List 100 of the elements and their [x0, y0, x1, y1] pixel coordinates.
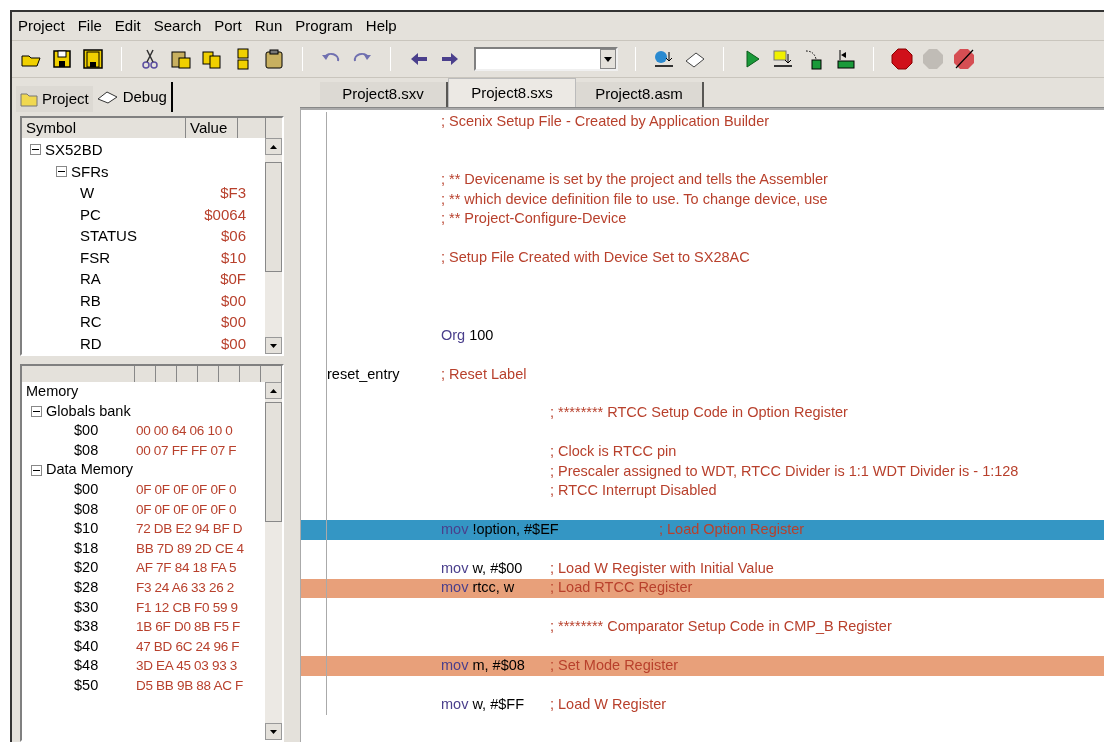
dropdown-caret-icon[interactable] — [600, 49, 616, 69]
code-instruction: mov w, #$00 — [441, 558, 524, 578]
memory-address[interactable]: $50 — [26, 675, 136, 696]
code-comment: ; Load W Register with Initial Value — [550, 558, 774, 578]
memory-bytes: AF 7F 84 18 FA 5 — [136, 559, 237, 578]
code-instruction: mov m, #$08 — [441, 656, 526, 676]
clipboard-icon[interactable] — [263, 48, 285, 70]
symbol-name[interactable]: FSR — [80, 246, 170, 268]
panel-tab[interactable]: Project — [16, 86, 93, 112]
memory-address[interactable]: $40 — [26, 636, 136, 657]
tree-toggle[interactable] — [31, 464, 42, 476]
crossed-stop-sign-icon[interactable] — [953, 48, 975, 70]
memory-bytes: F1 12 CB F0 59 9 — [136, 598, 238, 617]
tree-toggle[interactable] — [56, 165, 67, 177]
step-over-icon[interactable] — [834, 48, 856, 70]
code-comment: ; ******** RTCC Setup Code in Option Register — [550, 403, 848, 423]
code-comment: ; Load Option Register — [659, 520, 805, 540]
combo-box[interactable] — [474, 47, 618, 71]
menu-item[interactable]: Port — [214, 14, 242, 38]
code-comment: ; ******** Comparator Setup Code in CMP_B Register — [550, 617, 892, 637]
code-label: reset_entry — [327, 364, 401, 384]
menu-item[interactable]: Project — [18, 14, 65, 38]
scissors-icon[interactable] — [139, 48, 161, 70]
code-comment: ; Set Mode Register — [550, 656, 679, 676]
symbol-value: $0064 — [203, 204, 246, 225]
code-comment: ; Setup File Created with Device Set to SX28AC — [441, 247, 750, 267]
copy-icon[interactable] — [201, 48, 223, 70]
memory-address[interactable]: $08 — [26, 440, 136, 461]
memory-address[interactable]: $30 — [26, 597, 136, 618]
symbol-value: $0F — [219, 269, 246, 289]
folder-binary-icon[interactable] — [772, 48, 794, 70]
memory-bytes: 0F 0F 0F 0F 0F 0 — [136, 500, 237, 519]
menu-item[interactable]: Help — [365, 14, 397, 38]
symbol-value: $F3 — [219, 183, 246, 203]
memory-address[interactable]: $00 — [26, 479, 136, 500]
editor-tab[interactable]: Project8.asm — [576, 82, 704, 107]
symbol-name[interactable]: RD — [80, 332, 170, 354]
memory-bytes: BB 7D 89 2D CE 4 — [136, 539, 244, 558]
code-comment: ; ** Devicename is set by the project and tells the Assembler — [441, 170, 828, 190]
tree-node[interactable]: Globals bank — [46, 401, 131, 422]
stop-sign-icon[interactable] — [891, 48, 913, 70]
menu-item[interactable]: Program — [295, 14, 353, 38]
scroll-down-arrow-icon[interactable] — [270, 343, 277, 348]
memory-bytes: D5 BB 9B 88 AC F — [136, 676, 243, 695]
memory-bytes: 00 00 64 06 10 0 — [136, 422, 233, 441]
editor-tab[interactable]: Project8.sxs — [448, 78, 576, 107]
memory-address[interactable]: $10 — [26, 519, 136, 539]
symbol-name[interactable]: STATUS — [80, 225, 170, 247]
menu-item[interactable]: File — [77, 14, 102, 38]
column-header[interactable]: Value — [186, 118, 238, 138]
tree-toggle[interactable] — [31, 405, 42, 417]
memory-address[interactable]: $20 — [26, 558, 136, 578]
menu-item[interactable]: Edit — [114, 14, 141, 38]
code-comment: ; Load W Register — [550, 694, 667, 714]
memory-bytes: F3 24 A6 33 26 2 — [136, 578, 235, 597]
memory-bytes: 1B 6F D0 8B F5 F — [136, 618, 240, 637]
scroll-up-arrow-icon[interactable] — [270, 388, 277, 393]
code-editor[interactable] — [300, 108, 1104, 742]
memory-address[interactable]: $00 — [26, 421, 136, 441]
symbol-name[interactable]: PC — [80, 203, 170, 225]
memory-address[interactable]: $18 — [26, 538, 136, 559]
save-icon[interactable] — [51, 48, 73, 70]
tree-node[interactable]: SX52BD — [45, 139, 103, 161]
memory-bytes: 00 07 FF FF 07 F — [136, 441, 237, 460]
save-all-icon[interactable] — [82, 48, 104, 70]
tree-node[interactable]: Data Memory — [46, 460, 134, 480]
scroll-up-arrow-icon[interactable] — [270, 144, 277, 149]
code-comment: ; RTCC Interrupt Disabled — [550, 481, 717, 501]
code-instruction: mov rtcc, w — [441, 578, 516, 598]
editor-tab[interactable]: Project8.sxv — [320, 82, 448, 107]
column-header[interactable]: Symbol — [22, 118, 186, 138]
folder-icon — [20, 91, 38, 107]
code-comment: ; Prescaler assigned to WDT, RTCC Divider is 1:1 WDT Divider is - 1:128 — [550, 461, 1019, 481]
panel-title: Memory — [26, 382, 80, 401]
menu-item[interactable]: Run — [254, 14, 283, 38]
code-comment: ; ** Project-Configure-Device — [441, 209, 627, 229]
scroll-down-arrow-icon[interactable] — [270, 729, 277, 734]
code-instruction: mov w, #$FF — [441, 694, 525, 714]
symbol-name[interactable]: RB — [80, 289, 170, 311]
symbol-value: $00 — [219, 312, 246, 332]
symbol-name[interactable]: RC — [80, 311, 170, 333]
step-into-icon[interactable] — [803, 48, 825, 70]
menu-item[interactable]: Search — [153, 14, 202, 38]
scrollbar[interactable] — [265, 138, 282, 354]
memory-address[interactable]: $48 — [26, 656, 136, 676]
globe-binary-icon[interactable] — [653, 48, 675, 70]
memory-address[interactable]: $38 — [26, 617, 136, 637]
symbol-name[interactable]: W — [80, 182, 170, 204]
memory-address[interactable]: $28 — [26, 577, 136, 598]
symbol-name[interactable]: RA — [80, 268, 170, 290]
symbol-value: $00 — [219, 333, 246, 354]
memory-bytes: 3D EA 45 03 93 3 — [136, 657, 238, 676]
memory-bytes: 0F 0F 0F 0F 0F 0 — [136, 480, 237, 499]
symbol-value: $10 — [219, 247, 246, 268]
scrollbar[interactable] — [265, 382, 282, 740]
memory-address[interactable]: $08 — [26, 499, 136, 520]
code-comment: ; ** which device definition file to use. To change device, use — [441, 189, 828, 209]
memory-bytes: 72 DB E2 94 BF D — [136, 520, 243, 539]
tree-toggle[interactable] — [30, 144, 41, 156]
tree-node[interactable]: SFRs — [71, 160, 109, 182]
